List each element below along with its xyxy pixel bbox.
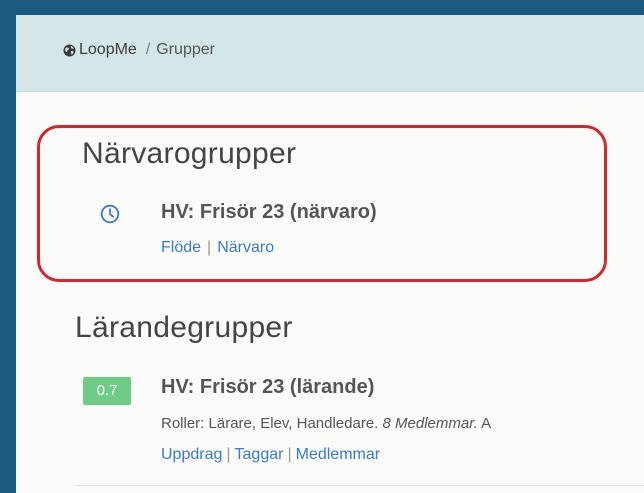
members-count: 8 Medlemmar. (382, 415, 478, 432)
divider (75, 485, 644, 486)
meta-overflow-text: A (481, 415, 492, 432)
attendance-group-links: Flöde | Närvaro (161, 239, 274, 257)
link-separator: | (287, 446, 292, 463)
clock-icon (100, 204, 120, 224)
assignments-link[interactable]: Uppdrag (161, 446, 222, 463)
globe-icon (63, 43, 76, 57)
learning-group-title[interactable]: HV: Frisör 23 (lärande) (161, 376, 374, 399)
attendance-link[interactable]: Närvaro (217, 239, 274, 256)
breadcrumb-bar: LoopMe / Grupper (16, 15, 644, 92)
breadcrumb-separator: / (145, 41, 151, 58)
attendance-groups-heading: Närvarogrupper (82, 137, 297, 170)
tags-link[interactable]: Taggar (235, 446, 284, 463)
feed-link[interactable]: Flöde (161, 239, 201, 256)
breadcrumb-root-link[interactable]: LoopMe (79, 41, 137, 59)
link-separator: | (226, 446, 231, 463)
learning-group-links: Uppdrag | Taggar | Medlemmar (161, 446, 380, 464)
screenshot-frame: LoopMe / Grupper Närvarogrupper HV: Fris… (0, 0, 644, 493)
roles-text: Roller: Lärare, Elev, Handledare. (161, 415, 379, 432)
link-separator: | (207, 239, 212, 256)
members-link[interactable]: Medlemmar (296, 446, 380, 463)
attendance-group-title[interactable]: HV: Frisör 23 (närvaro) (161, 201, 377, 224)
learning-group-meta: Roller: Lärare, Elev, Handledare. 8 Medl… (161, 415, 491, 432)
page-panel: LoopMe / Grupper Närvarogrupper HV: Fris… (16, 15, 644, 493)
score-badge: 0.7 (83, 377, 131, 405)
learning-groups-heading: Lärandegrupper (75, 311, 293, 344)
breadcrumb: LoopMe / Grupper (63, 41, 215, 59)
breadcrumb-current: Grupper (156, 41, 215, 58)
